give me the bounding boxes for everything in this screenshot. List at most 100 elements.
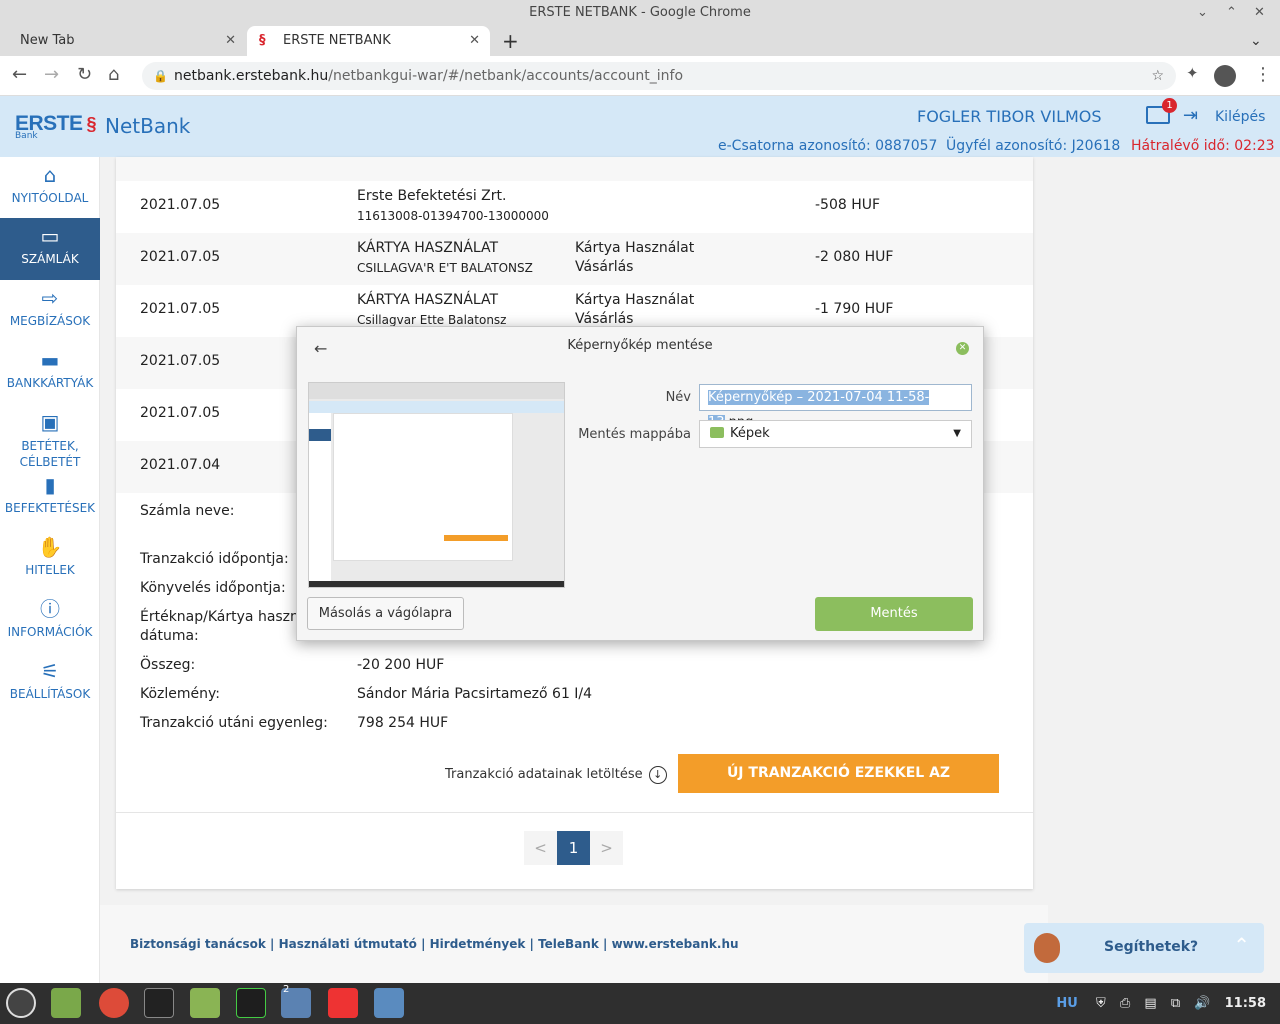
profile-avatar-icon[interactable]	[1214, 65, 1236, 87]
sidebar-item-accounts[interactable]: ▭ SZÁMLÁK	[0, 218, 100, 280]
table-row[interactable]: 2021.07.05 KÁRTYA HASZNÁLAT CSILLAGVA'R …	[116, 233, 1033, 285]
sidebar-item-info[interactable]: ⓘ INFORMÁCIÓK	[0, 591, 100, 653]
dialog-close-icon[interactable]: ✕	[956, 342, 969, 355]
close-tab-icon[interactable]: ✕	[469, 26, 480, 56]
clock[interactable]: 11:58	[1225, 996, 1266, 1011]
tab-search-chevron-icon[interactable]: ⌄	[1240, 26, 1270, 56]
home-icon[interactable]: ⌂	[108, 64, 119, 85]
table-row-partial	[116, 157, 1033, 181]
channel-id: e-Csatorna azonosító: 0887057	[718, 138, 938, 154]
window-count-badge: 2	[283, 984, 290, 995]
balance-value: 798 254 HUF	[357, 715, 449, 731]
footer-link-website[interactable]: www.erstebank.hu	[612, 937, 739, 951]
value-date-label: Értéknap/Kártya haszná	[140, 609, 308, 625]
footer-link-guide[interactable]: Használati útmutató	[279, 937, 417, 951]
close-window-icon[interactable]: ✕	[1254, 0, 1265, 26]
pagination: < 1 >	[524, 831, 624, 865]
tx-date: 2021.07.05	[140, 197, 221, 213]
product-name: NetBank	[105, 114, 191, 138]
next-page-button[interactable]: >	[590, 831, 623, 865]
new-tab-plus-icon[interactable]: +	[490, 26, 530, 56]
safe-icon: ▣	[40, 410, 60, 434]
tx-amount: -2 080 HUF	[815, 249, 894, 265]
system-monitor-icon[interactable]	[236, 988, 266, 1018]
prev-page-button[interactable]: <	[524, 831, 557, 865]
keyboard-layout[interactable]: HU	[1056, 996, 1077, 1011]
minimize-icon[interactable]: ⌄	[1197, 0, 1208, 26]
name-label: Név	[665, 390, 691, 405]
sidebar-item-label: BETÉTEK, CÉLBETÉT	[19, 439, 81, 469]
help-widget[interactable]: Segíthetek? ⌃	[1024, 923, 1264, 973]
balance-label: Tranzakció utáni egyenleg:	[140, 715, 328, 731]
bookmark-star-icon[interactable]: ☆	[1151, 62, 1164, 90]
help-label: Segíthetek?	[1104, 939, 1199, 955]
shield-icon[interactable]: ⛨	[1096, 996, 1106, 1011]
forward-arrow-icon[interactable]: →	[44, 64, 59, 85]
new-transaction-button[interactable]: ÚJ TRANZAKCIÓ EZEKKEL AZ ADATOKKAL	[678, 754, 999, 820]
logout-link[interactable]: Kilépés	[1215, 109, 1265, 125]
chrome-menu-icon[interactable]: ⋮	[1254, 64, 1272, 85]
clipboard-icon[interactable]: ▤	[1144, 996, 1156, 1011]
show-desktop-icon[interactable]	[51, 988, 81, 1018]
reload-icon[interactable]: ↻	[77, 64, 92, 85]
footer-sep: |	[525, 937, 539, 951]
logout-icon[interactable]: ⇥	[1183, 105, 1198, 126]
bar-chart-icon: ▮	[44, 473, 56, 497]
table-row[interactable]: 2021.07.05 Erste Befektetési Zrt. 116130…	[116, 181, 1033, 233]
card-icon: ▬	[40, 348, 60, 372]
sidebar-item-label: NYITÓOLDAL	[11, 191, 89, 205]
amount-label: Összeg:	[140, 657, 196, 673]
tab-erste-netbank[interactable]: § ERSTE NETBANK ✕	[247, 26, 490, 56]
sidebar-item-label: SZÁMLÁK	[21, 252, 79, 266]
volume-icon[interactable]: 🔊	[1194, 996, 1210, 1011]
save-button[interactable]: Mentés	[815, 597, 973, 631]
close-tab-icon[interactable]: ✕	[225, 26, 236, 56]
sidebar-item-settings[interactable]: ⚟ BEÁLLÍTÁSOK	[0, 653, 100, 715]
maximize-icon[interactable]: ⌃	[1226, 0, 1237, 26]
window-title: ERSTE NETBANK - Google Chrome	[529, 5, 751, 20]
mint-menu-icon[interactable]	[6, 988, 36, 1018]
tab-new-tab[interactable]: New Tab ✕	[0, 26, 246, 56]
tx-type-detail: Vásárlás	[575, 311, 634, 327]
network-icon[interactable]: ⧉	[1171, 996, 1180, 1011]
page-1-button[interactable]: 1	[557, 831, 590, 865]
url-path: /netbankgui-war/#/netbank/accounts/accou…	[328, 68, 684, 84]
footer-link-security[interactable]: Biztonsági tanácsok	[130, 937, 266, 951]
extensions-puzzle-icon[interactable]: ✦	[1186, 64, 1199, 82]
anydesk-icon[interactable]	[328, 988, 358, 1018]
tx-amount: -508 HUF	[815, 197, 881, 213]
folder-value: Képek	[730, 426, 770, 441]
terminal-icon[interactable]	[144, 988, 174, 1018]
tab-label: New Tab	[20, 33, 75, 48]
sidebar-item-label: BEÁLLÍTÁSOK	[9, 687, 91, 701]
sidebar-item-orders[interactable]: ⇨ MEGBÍZÁSOK	[0, 280, 100, 342]
tx-partner-detail: CSILLAGVA'R E'T BALATONSZ	[357, 261, 533, 275]
sidebar-item-investments[interactable]: ▮ BEFEKTETÉSEK	[0, 467, 100, 529]
sliders-icon: ⚟	[41, 659, 59, 683]
tx-time-label: Tranzakció időpontja:	[140, 551, 289, 567]
sidebar-item-home[interactable]: ⌂ NYITÓOLDAL	[0, 157, 100, 219]
text-editor-icon[interactable]	[374, 988, 404, 1018]
footer-link-telebank[interactable]: TeleBank	[538, 937, 599, 951]
copy-to-clipboard-button[interactable]: Másolás a vágólapra	[307, 597, 464, 630]
sidebar-item-loans[interactable]: ✋ HITELEK	[0, 529, 100, 591]
sidebar-item-cards[interactable]: ▬ BANKKÁRTYÁK	[0, 342, 100, 404]
client-id: Ügyfél azonosító: J20618	[946, 138, 1121, 154]
filename-input[interactable]: Képernyőkép – 2021-07-04 11-58-13.png	[699, 384, 972, 430]
footer-sep: |	[265, 937, 279, 951]
system-tray: HU ⛨ ⎙ ▤ ⧉ 🔊 11:58	[1056, 996, 1266, 1011]
files-icon[interactable]	[190, 988, 220, 1018]
back-arrow-icon[interactable]: ←	[12, 64, 27, 85]
tx-partner: KÁRTYA HASZNÁLAT	[357, 292, 499, 308]
address-bar[interactable]: 🔒 netbank.erstebank.hu/netbankgui-war/#/…	[142, 62, 1176, 90]
mail-count-badge: 1	[1162, 98, 1177, 113]
printer-icon[interactable]: ⎙	[1120, 996, 1130, 1011]
folder-select[interactable]: Képek ▼	[699, 420, 972, 448]
footer-link-notices[interactable]: Hirdetmények	[430, 937, 526, 951]
note-label: Közlemény:	[140, 686, 221, 702]
download-tx-link[interactable]: Tranzakció adatainak letöltése ↓	[445, 766, 667, 784]
chevron-up-icon[interactable]: ⌃	[1233, 933, 1250, 957]
chrome-icon[interactable]	[99, 988, 129, 1018]
info-icon: ⓘ	[40, 597, 60, 621]
tx-amount: -1 790 HUF	[815, 301, 894, 317]
